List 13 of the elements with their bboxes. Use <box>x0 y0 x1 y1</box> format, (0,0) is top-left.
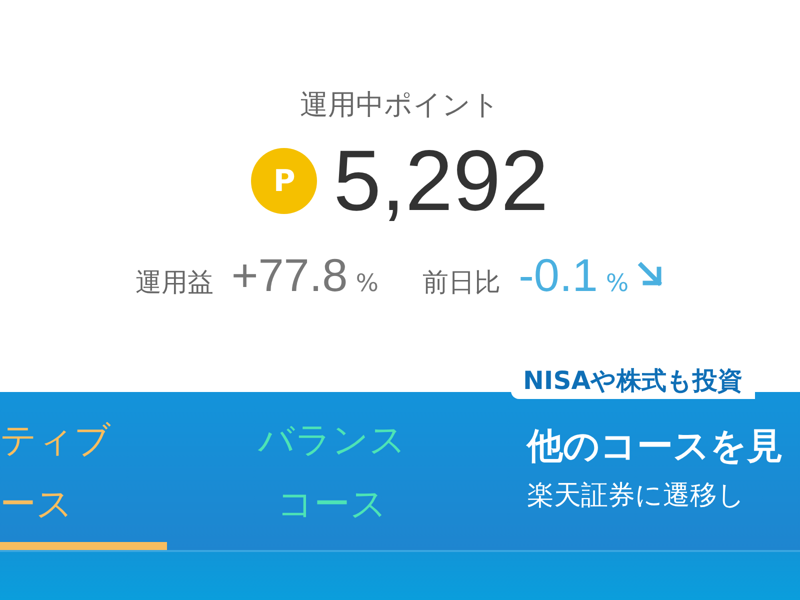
arrow-down-right-icon <box>636 261 665 289</box>
points-value: 5,292 <box>333 138 549 224</box>
course-tab[interactable]: バランス コース <box>167 392 497 550</box>
stat-label: 運用益 <box>135 267 214 300</box>
course-tab[interactable]: ティブ ース <box>0 392 167 550</box>
stat-value: +77.8 <box>231 248 348 302</box>
stat-value: -0.1 <box>518 248 598 302</box>
points-title: 運用中ポイント <box>300 87 500 123</box>
other-courses-link[interactable]: 他のコースを見 楽天証券に遷移し <box>497 422 783 513</box>
stat-unit: % <box>606 269 629 297</box>
points-icon: P <box>251 148 318 214</box>
stat-label: 前日比 <box>422 267 501 300</box>
stat-unit: % <box>356 269 379 297</box>
